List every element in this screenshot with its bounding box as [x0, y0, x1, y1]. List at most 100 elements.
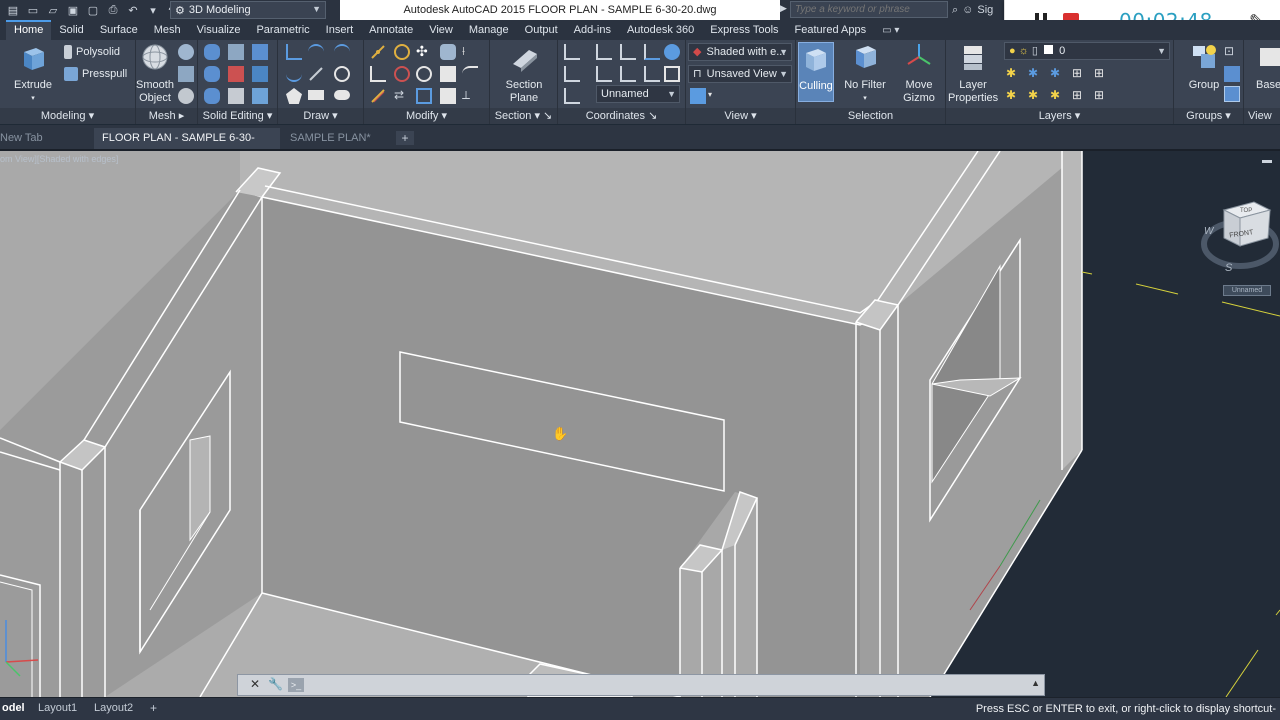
- tab-output[interactable]: Output: [517, 20, 566, 40]
- layer-tool-icon[interactable]: ✱: [1028, 66, 1044, 82]
- ucs-world-icon[interactable]: [596, 44, 612, 60]
- array-icon[interactable]: ⇄: [394, 88, 410, 104]
- panel-title-mesh[interactable]: Mesh ▸: [136, 108, 197, 124]
- layout-tab-layout1[interactable]: Layout1: [34, 700, 81, 717]
- intersect-icon[interactable]: [204, 88, 220, 104]
- panel-title-draw[interactable]: Draw ▾: [278, 108, 363, 124]
- join-icon[interactable]: ⟂: [462, 88, 478, 104]
- layer-dropdown[interactable]: ● ☼ ▯ 0 ▼: [1004, 42, 1170, 60]
- arc-icon[interactable]: [334, 44, 350, 60]
- move-gizmo-button[interactable]: Move Gizmo: [896, 42, 942, 105]
- tab-manage[interactable]: Manage: [461, 20, 517, 40]
- workspace-selector[interactable]: ⚙ 3D Modeling ▼: [170, 1, 326, 19]
- chevron-up-icon[interactable]: ▲: [1031, 678, 1040, 688]
- panel-title-groups[interactable]: Groups ▾: [1174, 108, 1243, 124]
- offset-icon[interactable]: [370, 88, 386, 104]
- scale-icon[interactable]: [394, 66, 410, 82]
- line-icon[interactable]: [308, 66, 324, 82]
- tab-insert[interactable]: Insert: [318, 20, 362, 40]
- ucs-object-icon[interactable]: [664, 44, 680, 60]
- layout-tab-layout2[interactable]: Layout2: [90, 700, 137, 717]
- trim-icon[interactable]: ⟊: [462, 44, 478, 60]
- layout-tab-model[interactable]: odel: [0, 700, 29, 717]
- interfere-icon[interactable]: [228, 66, 244, 82]
- move-icon[interactable]: [370, 44, 386, 60]
- group-select-icon[interactable]: [1224, 86, 1240, 102]
- panel-title-layers[interactable]: Layers ▾: [946, 108, 1173, 124]
- circle-icon[interactable]: [334, 66, 350, 82]
- ucs-z-icon[interactable]: [620, 66, 636, 82]
- curve-icon[interactable]: [286, 66, 302, 82]
- layer-tool-icon[interactable]: ⊞: [1072, 88, 1088, 104]
- fillet-icon[interactable]: [370, 66, 386, 82]
- sign-in-area[interactable]: ⌕ ☺ Sig: [952, 0, 993, 20]
- mesh-tool-icon[interactable]: [178, 44, 194, 60]
- help-search-input[interactable]: [790, 1, 948, 18]
- ucs-name-dropdown[interactable]: Unnamed ▼: [596, 85, 680, 103]
- ucs-icon[interactable]: [564, 44, 580, 60]
- wrench-icon[interactable]: 🔧: [268, 677, 283, 691]
- panel-title-modify[interactable]: Modify ▾: [364, 108, 489, 124]
- viewport-config-icon[interactable]: [690, 88, 706, 104]
- search-arrow-icon[interactable]: ▶: [780, 3, 787, 14]
- rectangle-icon[interactable]: [308, 90, 324, 100]
- tab-mesh[interactable]: Mesh: [146, 20, 189, 40]
- separate-icon[interactable]: [252, 44, 268, 60]
- tab-express-tools[interactable]: Express Tools: [702, 20, 786, 40]
- ucs-view-icon[interactable]: [644, 44, 660, 60]
- move-cross-icon[interactable]: ✣: [416, 44, 432, 60]
- panel-title-modeling[interactable]: Modeling ▾: [0, 108, 135, 124]
- tab-home[interactable]: Home: [6, 20, 52, 40]
- undo-dropdown-icon[interactable]: ▾: [144, 2, 162, 18]
- ucs-origin-icon[interactable]: [620, 44, 636, 60]
- ucs-3point-icon[interactable]: [644, 66, 660, 82]
- 3d-floor-plan-model[interactable]: TOP FRONT W S ✋: [0, 151, 1280, 697]
- thicken-icon[interactable]: [228, 88, 244, 104]
- visual-style-dropdown[interactable]: ◆ Shaded with e... ▼: [688, 43, 792, 61]
- plot-icon[interactable]: ⎙: [104, 2, 122, 18]
- doc-tab-sample-plan[interactable]: SAMPLE PLAN*: [282, 128, 392, 149]
- add-tab-button[interactable]: +: [396, 131, 414, 145]
- layer-tool-icon[interactable]: ⊞: [1094, 66, 1110, 82]
- binoculars-icon[interactable]: ⌕: [952, 4, 958, 17]
- ucs-face-icon[interactable]: [664, 66, 680, 82]
- save-as-icon[interactable]: ▢: [84, 2, 102, 18]
- layer-tool-icon[interactable]: ✱: [1028, 88, 1044, 104]
- layer-tool-icon[interactable]: ⊞: [1072, 66, 1088, 82]
- chevron-down-icon[interactable]: ▾: [708, 90, 712, 99]
- tab-annotate[interactable]: Annotate: [361, 20, 421, 40]
- panel-title-solid-editing[interactable]: Solid Editing ▾: [198, 108, 277, 124]
- sign-in-label[interactable]: Sig: [977, 4, 993, 16]
- no-filter-button[interactable]: No Filter ▾: [840, 42, 890, 105]
- ucs-named-icon[interactable]: [564, 88, 580, 104]
- viewport-controls-label[interactable]: om View][Shaded with edges]: [0, 154, 118, 164]
- drawing-viewport[interactable]: TOP FRONT W S ✋ om View][Shaded with edg…: [0, 151, 1280, 697]
- polygon-icon[interactable]: [286, 88, 302, 104]
- open-file-icon[interactable]: ▱: [44, 2, 62, 18]
- spline-icon[interactable]: [308, 44, 324, 60]
- tab-autodesk-360[interactable]: Autodesk 360: [619, 20, 702, 40]
- tab-parametric[interactable]: Parametric: [248, 20, 317, 40]
- layer-tool-icon[interactable]: ✱: [1006, 88, 1022, 104]
- layer-properties-button[interactable]: Layer Properties: [948, 42, 998, 105]
- mirror-icon[interactable]: [416, 88, 432, 104]
- tab-solid[interactable]: Solid: [51, 20, 91, 40]
- panel-title-selection[interactable]: Selection: [796, 108, 945, 124]
- smooth-object-button[interactable]: Smooth Object: [136, 42, 174, 105]
- command-prompt-icon[interactable]: >_: [288, 678, 304, 692]
- ellipse-icon[interactable]: [334, 90, 350, 100]
- culling-button[interactable]: Culling: [798, 42, 834, 102]
- section-plane-button[interactable]: Section Plane: [500, 42, 548, 105]
- union-icon[interactable]: [204, 44, 220, 60]
- doc-tab-floor-plan[interactable]: FLOOR PLAN - SAMPLE 6-30-20*✕: [94, 128, 280, 165]
- viewcube-ucs-menu[interactable]: Unnamed: [1223, 285, 1271, 296]
- subtract-icon[interactable]: [204, 66, 220, 82]
- doc-tab-new[interactable]: New Tab: [0, 128, 51, 149]
- chamfer-icon[interactable]: [462, 66, 478, 82]
- polyline-icon[interactable]: [286, 44, 302, 60]
- tab-surface[interactable]: Surface: [92, 20, 146, 40]
- base-button[interactable]: Base: [1256, 42, 1280, 92]
- layer-tool-icon[interactable]: ⊞: [1094, 88, 1110, 104]
- close-icon[interactable]: ✕: [250, 677, 260, 691]
- layer-tool-icon[interactable]: ✱: [1050, 88, 1066, 104]
